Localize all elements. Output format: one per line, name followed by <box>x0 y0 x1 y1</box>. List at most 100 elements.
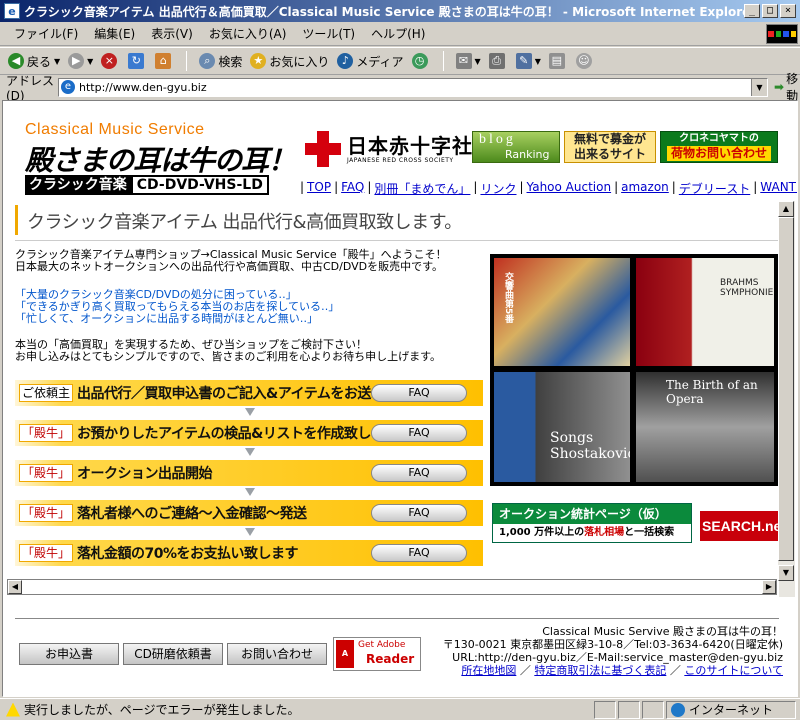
messenger-button[interactable]: ☺ <box>575 53 595 69</box>
scroll-left-icon[interactable]: ◀ <box>8 580 22 594</box>
nav-faq[interactable]: FAQ <box>341 180 364 197</box>
nav-mameden[interactable]: 別冊「まめでん」 <box>374 180 470 197</box>
footer-info: Classical Music Servive 殿さまの耳は牛の耳！ 〒130-… <box>443 625 783 677</box>
kuroneko-line2: 荷物お問い合わせ <box>667 146 771 161</box>
faq-button[interactable]: FAQ <box>371 544 467 562</box>
redcross-banner[interactable]: 日本赤十字社 JAPANESE RED CROSS SOCIETY <box>305 131 473 167</box>
stop-button[interactable]: × <box>101 53 120 69</box>
search-button[interactable]: ⌕ 検索 <box>199 53 242 70</box>
globe-icon <box>671 702 685 717</box>
nav-top[interactable]: TOP <box>307 180 331 197</box>
horizontal-scrollbar[interactable]: ◀ ▶ <box>7 579 777 595</box>
ranking-text: Ranking <box>505 148 550 161</box>
faq-button[interactable]: FAQ <box>371 504 467 522</box>
favorites-button[interactable]: ★ お気に入り <box>250 53 329 70</box>
forward-dropdown-icon[interactable]: ▼ <box>87 57 93 66</box>
mail-button[interactable]: ✉ ▼ <box>455 53 481 69</box>
scroll-up-icon[interactable]: ▲ <box>778 201 794 217</box>
cd-polish-form-button[interactable]: CD研磨依頼書 <box>123 643 223 665</box>
map-link[interactable]: 所在地地図 <box>461 664 516 677</box>
kuroneko-banner[interactable]: クロネコヤマトの 荷物お問い合わせ <box>660 131 778 163</box>
search-icon: ⌕ <box>199 53 216 69</box>
logo-subtitle[interactable]: Classical Music Service <box>25 121 205 139</box>
refresh-button[interactable]: ↻ <box>128 53 147 69</box>
go-arrow-icon: ➡ <box>774 80 785 94</box>
menu-edit[interactable]: 編集(E) <box>86 23 143 44</box>
menu-view[interactable]: 表示(V) <box>143 23 201 44</box>
go-button[interactable]: ➡ 移動 <box>774 70 800 104</box>
logo-category[interactable]: クラシック音楽 CD-DVD-VHS-LD <box>25 175 269 195</box>
back-dropdown-icon[interactable]: ▼ <box>54 57 60 66</box>
closing-text: 本当の「高価買取」を実現するため、ぜひ当ショップをご検討下さい！ お申し込みはと… <box>15 339 441 363</box>
menu-tools[interactable]: ツール(T) <box>294 23 363 44</box>
blog-ranking-banner[interactable]: blog Ranking <box>472 131 560 163</box>
media-label: メディア <box>356 54 404 69</box>
scroll-down-icon[interactable]: ▼ <box>778 565 794 581</box>
step-1: ご依頼主 出品代行／買取申込書のご記入&アイテムをお送り下さい FAQ <box>15 380 483 406</box>
back-button[interactable]: ◀ 戻る ▼ <box>8 53 60 70</box>
customer-quotes: 「大量のクラシック音楽CD/DVDの処分に困っている‥」 「できるかぎり高く買取… <box>15 289 339 325</box>
adobe-reader-banner[interactable]: A Get Adobe Reader <box>333 637 421 671</box>
nav-wanted[interactable]: WANTED <box>760 180 797 197</box>
album-cover-3[interactable]: Songs Shostakovich <box>494 372 630 482</box>
address-dropdown-icon[interactable]: ▼ <box>751 78 767 96</box>
edit-button[interactable]: ✎ ▼ <box>515 53 541 69</box>
home-button[interactable]: ⌂ <box>155 53 174 69</box>
donate-line1: 無料で募金が <box>573 132 646 146</box>
status-cell <box>642 700 664 719</box>
nav-amazon[interactable]: amazon <box>621 180 669 197</box>
vertical-scroll-thumb[interactable] <box>778 217 794 561</box>
home-icon: ⌂ <box>155 53 172 69</box>
address-input[interactable]: e http://www.den-gyu.biz ▼ <box>58 77 768 97</box>
address-value[interactable]: http://www.den-gyu.biz <box>79 81 751 94</box>
contact-button[interactable]: お問い合わせ <box>227 643 327 665</box>
nav-yahoo-auction[interactable]: Yahoo Auction <box>527 180 612 197</box>
close-button[interactable]: × <box>780 4 796 18</box>
mail-dropdown-icon[interactable]: ▼ <box>475 57 481 66</box>
step-actor: 「殿牛」 <box>19 504 74 522</box>
print-button[interactable]: ⎙ <box>488 53 508 69</box>
warning-icon[interactable] <box>6 702 20 717</box>
edit-dropdown-icon[interactable]: ▼ <box>535 57 541 66</box>
scroll-thumb[interactable] <box>22 580 762 594</box>
forward-arrow-icon: ▶ <box>68 53 85 69</box>
step-actor: ご依頼主 <box>19 384 74 402</box>
page-vertical-scrollbar[interactable]: ▲ ▼ <box>778 201 794 581</box>
album-1-title: 交響曲第5番 <box>503 272 513 324</box>
album-cover-2[interactable]: BRAHMS SYMPHONIES <box>636 258 774 366</box>
search-net-banner[interactable]: SEARCH.ne <box>700 511 781 541</box>
faq-button[interactable]: FAQ <box>371 384 467 402</box>
faq-button[interactable]: FAQ <box>371 424 467 442</box>
media-button[interactable]: ♪ メディア <box>337 53 404 70</box>
title-bar: e クラシック音楽アイテム 出品代行＆高価買取／Classical Music … <box>0 0 800 22</box>
scroll-right-icon[interactable]: ▶ <box>762 580 776 594</box>
adobe-get-text: Get Adobe <box>358 640 406 650</box>
stats-highlight: 落札相場 <box>584 527 625 538</box>
menu-favorites[interactable]: お気に入り(A) <box>201 23 295 44</box>
step-text: お預かりしたアイテムの検品&リストを作成致します <box>77 426 398 442</box>
menu-file[interactable]: ファイル(F) <box>6 23 86 44</box>
windows-logo-icon <box>766 24 798 44</box>
logo-title[interactable]: 殿さまの耳は牛の耳！ <box>25 139 296 179</box>
nav-debriest[interactable]: デブリースト <box>679 180 750 197</box>
faq-button[interactable]: FAQ <box>371 464 467 482</box>
album-cover-1[interactable]: 交響曲第5番 <box>494 258 630 366</box>
maximize-button[interactable]: □ <box>762 4 778 18</box>
about-link[interactable]: このサイトについて <box>684 664 783 677</box>
history-button[interactable]: ◷ <box>411 53 431 69</box>
donation-banner[interactable]: 無料で募金が 出来るサイト <box>564 131 656 163</box>
stats-subtitle: 1,000 万件以上の落札相場と一括検索 <box>493 524 691 542</box>
menu-help[interactable]: ヘルプ(H) <box>363 23 433 44</box>
album-cover-4[interactable]: The Birth of an Opera <box>636 372 774 482</box>
minimize-button[interactable]: _ <box>744 4 760 18</box>
auction-stats-banner[interactable]: オークション統計ページ（仮） 1,000 万件以上の落札相場と一括検索 <box>492 503 692 543</box>
legal-notice-link[interactable]: 特定商取引法に基づく表記 <box>534 664 666 677</box>
forward-button[interactable]: ▶ ▼ <box>68 53 93 69</box>
stats-suffix: と一括検索 <box>624 527 675 538</box>
scroll-track[interactable] <box>22 580 762 594</box>
footer-company: Classical Music Servive 殿さまの耳は牛の耳！ <box>542 625 783 638</box>
discuss-button[interactable]: ▤ <box>548 53 568 69</box>
application-form-button[interactable]: お申込書 <box>19 643 119 665</box>
discuss-icon: ▤ <box>548 53 565 69</box>
nav-links-page[interactable]: リンク <box>480 180 516 197</box>
